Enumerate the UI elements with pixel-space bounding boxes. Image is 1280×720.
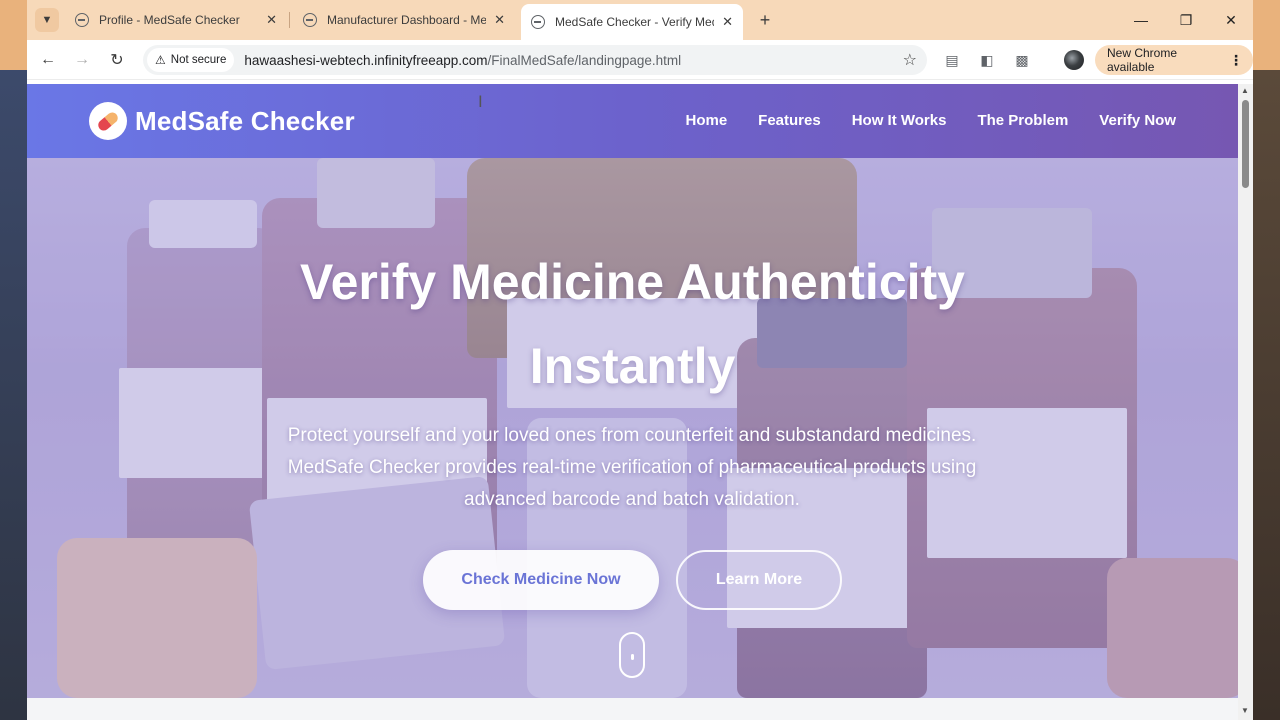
reload-icon: ↻ <box>110 52 124 69</box>
minimize-button[interactable]: — <box>1129 8 1153 32</box>
chevron-down-icon: ▼ <box>41 14 53 26</box>
hero-section: Verify Medicine Authenticity Instantly P… <box>27 158 1238 698</box>
url-host: hawaashesi-webtech.infinityfreeapp.com <box>244 52 488 68</box>
address-bar[interactable]: ⚠ Not secure hawaashesi-webtech.infinity… <box>143 45 927 75</box>
desktop-background-left <box>0 0 27 720</box>
back-button[interactable]: ← <box>36 48 60 72</box>
main-nav: Home Features How It Works The Problem V… <box>685 112 1176 129</box>
tab-title: MedSafe Checker - Verify Medic <box>555 15 715 29</box>
desktop-background-right <box>1253 0 1280 720</box>
site-info-chip[interactable]: ⚠ Not secure <box>147 48 235 72</box>
close-window-button[interactable]: ✕ <box>1219 8 1243 32</box>
hero-subtitle: Protect yourself and your loved ones fro… <box>257 420 1007 516</box>
scroll-down-icon[interactable]: ▼ <box>1241 706 1249 715</box>
more-menu-icon[interactable]: ⋮ <box>1229 52 1243 69</box>
page-viewport: MedSafe Checker Home Features How It Wor… <box>27 84 1238 698</box>
url-text[interactable]: hawaashesi-webtech.infinityfreeapp.com/F… <box>244 53 681 68</box>
close-icon: ✕ <box>1225 11 1237 28</box>
learn-more-button[interactable]: Learn More <box>676 550 842 610</box>
security-label: Not secure <box>170 54 227 66</box>
text-cursor-icon: Ⅰ <box>478 94 483 111</box>
reading-mode-icon[interactable]: ▤ <box>942 50 962 70</box>
hero-subtitle-line-2: MedSafe Checker provides real-time verif… <box>287 457 977 478</box>
browser-window: ▼ Profile - MedSafe Checker ✕ Manufactur… <box>27 0 1253 720</box>
minimize-icon: — <box>1134 12 1148 28</box>
bookmark-star-icon[interactable]: ☆ <box>903 50 917 70</box>
reload-button[interactable]: ↻ <box>105 48 129 72</box>
nav-verify-now[interactable]: Verify Now <box>1099 112 1176 129</box>
update-label: New Chrome available <box>1107 46 1178 74</box>
forward-button[interactable]: → <box>70 48 94 72</box>
browser-toolbar: ← → ↻ ⚠ Not secure hawaashesi-webtech.in… <box>27 40 1253 80</box>
hero-subtitle-line-1: Protect yourself and your loved ones fro… <box>287 425 977 446</box>
brand-name: MedSafe Checker <box>135 105 355 136</box>
restore-icon: ❐ <box>1179 11 1193 28</box>
next-section-edge <box>27 698 1238 720</box>
site-header: MedSafe Checker Home Features How It Wor… <box>27 84 1238 158</box>
close-icon[interactable]: ✕ <box>722 14 733 30</box>
tab-separator <box>289 12 290 28</box>
tab-title: Profile - MedSafe Checker <box>99 13 240 27</box>
hero-title-line-2: Instantly <box>529 338 736 394</box>
warning-icon: ⚠ <box>155 53 166 67</box>
side-panel-icon[interactable]: ◧ <box>977 50 997 70</box>
close-icon[interactable]: ✕ <box>494 12 505 28</box>
hero-title-line-1: Verify Medicine Authenticity <box>300 254 965 310</box>
nav-how-it-works[interactable]: How It Works <box>852 112 947 129</box>
url-path: /FinalMedSafe/landingpage.html <box>487 52 682 68</box>
check-medicine-now-button[interactable]: Check Medicine Now <box>423 550 659 610</box>
scrollbar-thumb[interactable] <box>1242 100 1249 188</box>
page-scrollbar[interactable]: ▲ ▼ <box>1238 84 1253 720</box>
restore-button[interactable]: ❐ <box>1174 8 1198 32</box>
hero-title: Verify Medicine Authenticity Instantly <box>27 240 1238 408</box>
hero-subtitle-line-3: advanced barcode and batch validation. <box>464 489 800 510</box>
scroll-down-indicator[interactable] <box>619 632 645 678</box>
tab-title: Manufacturer Dashboard - Med <box>327 13 487 27</box>
tab-profile[interactable]: Profile - MedSafe Checker ✕ <box>65 6 287 34</box>
globe-icon <box>303 13 317 27</box>
tab-medsafe-checker[interactable]: MedSafe Checker - Verify Medic ✕ <box>521 4 743 40</box>
pill-logo-icon <box>89 102 127 140</box>
brand[interactable]: MedSafe Checker <box>89 102 355 140</box>
globe-icon <box>75 13 89 27</box>
chrome-update-button[interactable]: New Chrome available ⋮ <box>1095 45 1253 75</box>
plus-icon: + <box>759 9 771 30</box>
nav-home[interactable]: Home <box>685 112 727 129</box>
new-tab-button[interactable]: + <box>753 8 777 32</box>
tab-strip: ▼ Profile - MedSafe Checker ✕ Manufactur… <box>27 0 1253 40</box>
scroll-up-icon[interactable]: ▲ <box>1241 86 1249 95</box>
arrow-left-icon: ← <box>40 51 56 68</box>
close-icon[interactable]: ✕ <box>266 12 277 28</box>
tab-search-button[interactable]: ▼ <box>35 8 59 32</box>
nav-features[interactable]: Features <box>758 112 821 129</box>
globe-icon <box>531 15 545 29</box>
tab-manufacturer-dashboard[interactable]: Manufacturer Dashboard - Med ✕ <box>293 6 515 34</box>
nav-the-problem[interactable]: The Problem <box>977 112 1068 129</box>
profile-avatar[interactable] <box>1064 50 1084 70</box>
extensions-icon[interactable]: ▩ <box>1012 50 1032 70</box>
arrow-right-icon: → <box>74 51 90 68</box>
